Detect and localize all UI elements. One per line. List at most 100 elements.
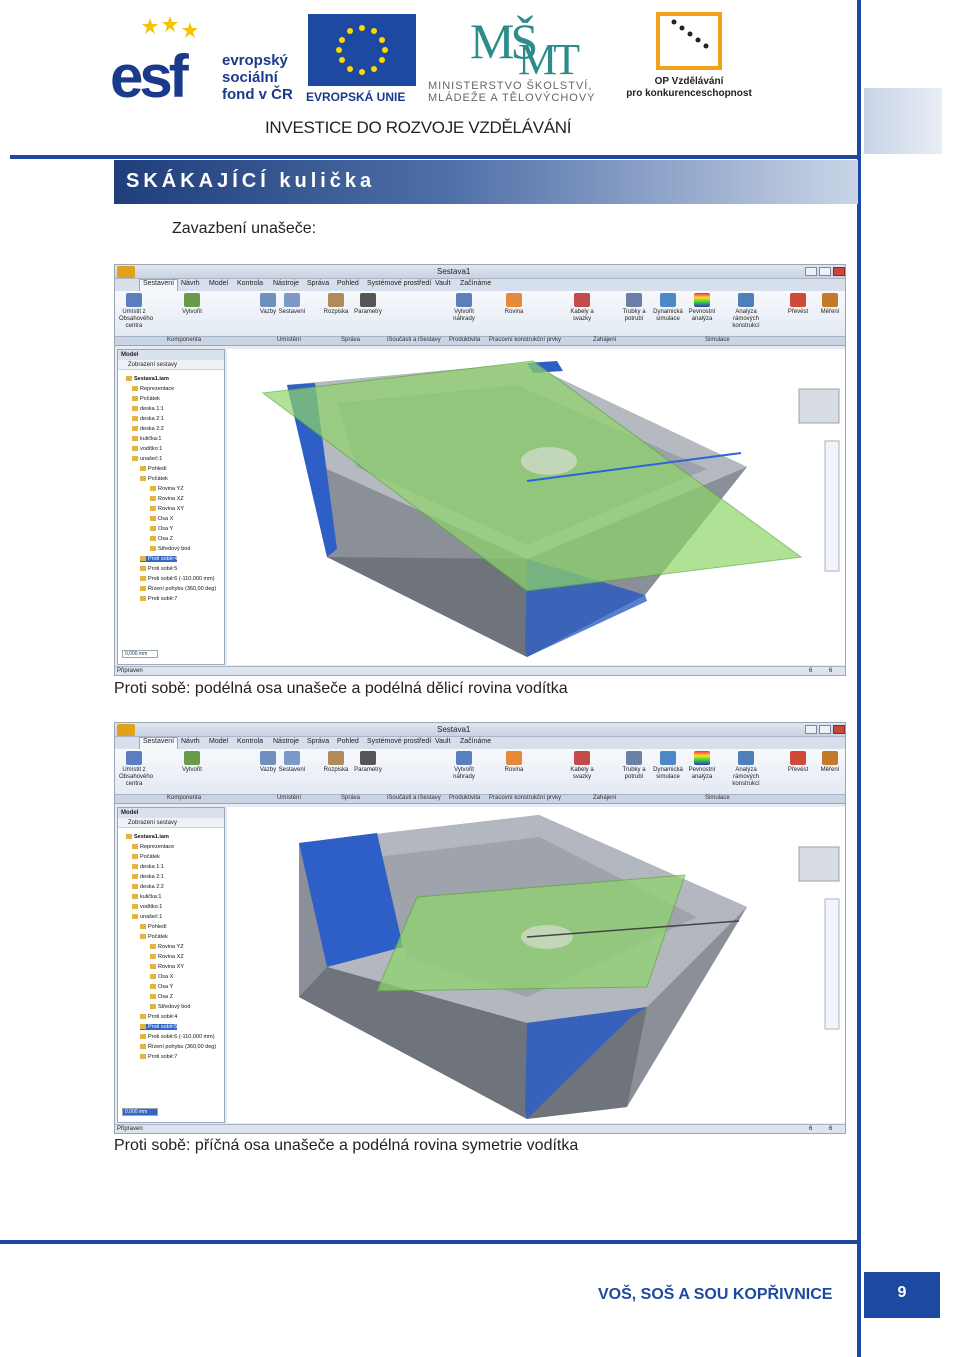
tree-item[interactable]: unašeč:1 (132, 456, 162, 462)
tree-item[interactable]: Proti sobě:6 (-110,000 mm) (140, 1034, 215, 1040)
tree-item[interactable]: Osa X (150, 516, 173, 522)
offset-value-field[interactable]: 0,000 mm (122, 650, 158, 658)
maximize-button[interactable] (819, 725, 831, 734)
browser-view-select[interactable]: Zobrazení sestavy (118, 360, 224, 370)
browser-header[interactable]: Model (118, 350, 224, 360)
tree-item[interactable]: Proti sobě:6 (-110,000 mm) (140, 576, 215, 582)
offset-value-field[interactable]: 0,000 mm (122, 1108, 158, 1116)
stress-analysis-button[interactable]: Pevnostní analýza (687, 751, 717, 781)
tree-item[interactable]: Středový bod (150, 546, 190, 552)
tree-item[interactable]: Rovina YZ (150, 944, 184, 950)
tab-model[interactable]: Model (209, 738, 228, 745)
tree-item-selected[interactable]: Proti sobě:4 (140, 556, 178, 562)
tree-item[interactable]: Osa Z (150, 994, 173, 1000)
tree-item[interactable]: Osa X (150, 974, 173, 980)
tree-item[interactable]: deska 2:1 (132, 874, 164, 880)
tube-pipe-button[interactable]: Trubky a potrubí (619, 751, 649, 781)
graphics-viewport[interactable] (227, 349, 845, 665)
tab-sestaveni[interactable]: Sestavení (139, 279, 179, 291)
tree-item[interactable]: Počátek (140, 476, 168, 482)
tube-pipe-button[interactable]: Trubky a potrubí (619, 293, 649, 323)
tree-item[interactable]: Pohledí (140, 924, 167, 930)
tab-systemove-prostredi[interactable]: Systémové prostředí (367, 738, 431, 745)
tree-item[interactable]: Rovina XY (150, 964, 184, 970)
measure-button[interactable]: Měření (815, 293, 845, 316)
maximize-button[interactable] (819, 267, 831, 276)
dynamic-simulation-button[interactable]: Dynamická simulace (653, 751, 683, 781)
tree-item[interactable]: Osa Z (150, 536, 173, 542)
graphics-viewport[interactable] (227, 807, 845, 1123)
create-substitutes-button[interactable]: Vytvořit náhrady (449, 293, 479, 323)
create-button[interactable]: Vytvořit (177, 293, 207, 316)
tree-item[interactable]: Proti sobě:7 (140, 1054, 177, 1060)
tab-pohled[interactable]: Pohled (337, 280, 359, 287)
tree-item[interactable]: Osa Y (150, 984, 173, 990)
tree-item[interactable]: deska 1:1 (132, 864, 164, 870)
place-from-content-center-button[interactable]: Umístit z Obsahového centra (119, 293, 153, 330)
tree-item[interactable]: deska 2:2 (132, 426, 164, 432)
browser-header[interactable]: Model (118, 808, 224, 818)
tree-item[interactable]: Počátek (140, 934, 168, 940)
app-menu-button[interactable] (117, 724, 135, 736)
bom-button[interactable]: Rozpiska (321, 293, 351, 316)
tree-item[interactable]: Pohledí (140, 466, 167, 472)
tree-item[interactable]: Počátek (132, 854, 160, 860)
parameters-button[interactable]: Parametry (353, 751, 383, 774)
tree-item[interactable]: Středový bod (150, 1004, 190, 1010)
tree-item[interactable]: deska 1:1 (132, 406, 164, 412)
tree-item-selected[interactable]: Proti sobě:5 (140, 1024, 178, 1030)
tree-item[interactable]: Sestava1.iam (126, 834, 169, 840)
tree-item[interactable]: Rovina XY (150, 506, 184, 512)
tab-vault[interactable]: Vault (435, 738, 450, 745)
tab-pohled[interactable]: Pohled (337, 738, 359, 745)
parameters-button[interactable]: Parametry (353, 293, 383, 316)
tree-item[interactable]: kulička:1 (132, 894, 161, 900)
tree-item[interactable]: Rovina XZ (150, 954, 184, 960)
tab-zaciname[interactable]: Začínáme (460, 280, 491, 287)
tree-item[interactable]: deska 2:2 (132, 884, 164, 890)
browser-view-select[interactable]: Zobrazení sestavy (118, 818, 224, 828)
tree-item[interactable]: Rovina YZ (150, 486, 184, 492)
tab-vault[interactable]: Vault (435, 280, 450, 287)
tree-item[interactable]: Proti sobě:4 (140, 1014, 177, 1020)
tab-kontrola[interactable]: Kontrola (237, 280, 263, 287)
tab-sprava[interactable]: Správa (307, 738, 329, 745)
stress-analysis-button[interactable]: Pevnostní analýza (687, 293, 717, 323)
tree-item[interactable]: Rovina XZ (150, 496, 184, 502)
tab-zaciname[interactable]: Začínáme (460, 738, 491, 745)
tree-item[interactable]: Proti sobě:7 (140, 596, 177, 602)
close-button[interactable] (833, 267, 845, 276)
tree-item[interactable]: vodítko:1 (132, 904, 162, 910)
assemble-button[interactable]: Sestavení (277, 751, 307, 774)
convert-button[interactable]: Převést (783, 293, 813, 316)
plane-button[interactable]: Rovina (499, 751, 529, 774)
tree-item[interactable]: unašeč:1 (132, 914, 162, 920)
minimize-button[interactable] (805, 267, 817, 276)
cables-button[interactable]: Kabely a svazky (567, 293, 597, 323)
dynamic-simulation-button[interactable]: Dynamická simulace (653, 293, 683, 323)
tree-item[interactable]: deska 2:1 (132, 416, 164, 422)
tab-navrh[interactable]: Návrh (181, 280, 200, 287)
bom-button[interactable]: Rozpiska (321, 751, 351, 774)
tree-item[interactable]: Počátek (132, 396, 160, 402)
minimize-button[interactable] (805, 725, 817, 734)
plane-button[interactable]: Rovina (499, 293, 529, 316)
cables-button[interactable]: Kabely a svazky (567, 751, 597, 781)
tree-item[interactable]: Reprezentace (132, 844, 174, 850)
tab-sprava[interactable]: Správa (307, 280, 329, 287)
create-button[interactable]: Vytvořit (177, 751, 207, 774)
tree-item[interactable]: Osa Y (150, 526, 173, 532)
place-from-content-center-button[interactable]: Umístit z Obsahového centra (119, 751, 153, 788)
measure-button[interactable]: Měření (815, 751, 845, 774)
tab-sestaveni[interactable]: Sestavení (139, 737, 179, 749)
frame-analysis-button[interactable]: Analýza rámových konstrukcí (731, 751, 761, 788)
tab-navrh[interactable]: Návrh (181, 738, 200, 745)
app-menu-button[interactable] (117, 266, 135, 278)
tab-nastroje[interactable]: Nástroje (273, 280, 299, 287)
tree-item[interactable]: Řízení pohybu (360,00 deg) (140, 586, 216, 592)
tab-nastroje[interactable]: Nástroje (273, 738, 299, 745)
tree-item[interactable]: vodítko:1 (132, 446, 162, 452)
convert-button[interactable]: Převést (783, 751, 813, 774)
tab-kontrola[interactable]: Kontrola (237, 738, 263, 745)
tree-item[interactable]: Proti sobě:5 (140, 566, 177, 572)
